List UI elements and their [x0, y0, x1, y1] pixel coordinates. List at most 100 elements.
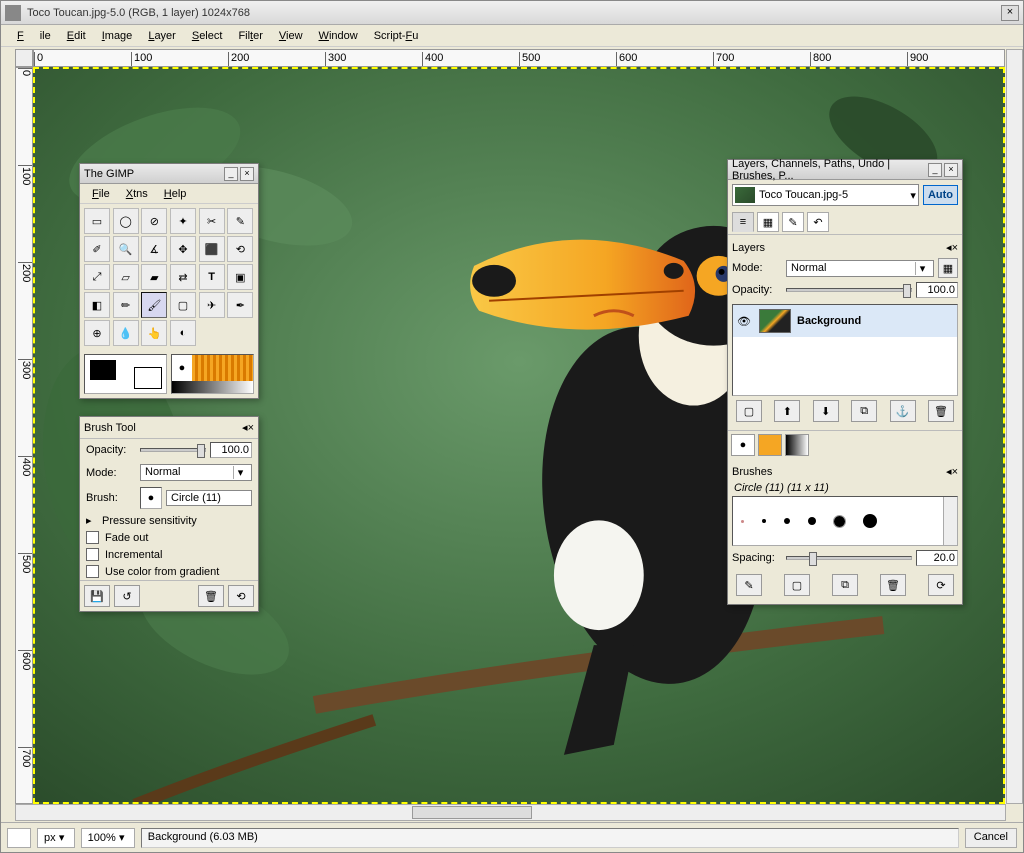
layer-opacity-value[interactable]: [916, 282, 958, 298]
restore-options-button[interactable]: ↺: [114, 585, 140, 607]
tool-scale[interactable]: ⤢: [84, 264, 110, 290]
tab-layers[interactable]: ≡: [732, 212, 754, 232]
cancel-button[interactable]: Cancel: [965, 828, 1017, 848]
raise-layer-button[interactable]: ⬆: [774, 400, 800, 422]
tab-paths[interactable]: ✎: [782, 212, 804, 232]
layer-row[interactable]: 👁 Background: [733, 305, 957, 337]
layer-name[interactable]: Background: [797, 315, 861, 327]
lower-layer-button[interactable]: ⬇: [813, 400, 839, 422]
tool-ellipse-select[interactable]: ◯: [113, 208, 139, 234]
tool-clone[interactable]: ⊕: [84, 320, 110, 346]
tool-perspective[interactable]: ▰: [141, 264, 167, 290]
layer-thumbnail[interactable]: [759, 309, 791, 333]
brush-scrollbar[interactable]: [943, 497, 957, 545]
tab-channels[interactable]: ▦: [757, 212, 779, 232]
menu-select[interactable]: Select: [184, 27, 231, 45]
refresh-brush-button[interactable]: ⟳: [928, 574, 954, 596]
tool-blur[interactable]: 💧: [113, 320, 139, 346]
fadeout-checkbox[interactable]: [86, 531, 99, 544]
tool-rotate[interactable]: ⟲: [227, 236, 253, 262]
image-selector[interactable]: Toco Toucan.jpg-5 ▾: [732, 184, 919, 206]
minimize-icon[interactable]: _: [928, 163, 942, 177]
eye-icon[interactable]: 👁: [737, 315, 753, 328]
brush-item[interactable]: [741, 520, 744, 523]
close-icon[interactable]: ×: [1001, 5, 1019, 21]
incremental-checkbox[interactable]: [86, 548, 99, 561]
tab-undo[interactable]: ↶: [807, 212, 829, 232]
brush-item[interactable]: [863, 514, 877, 528]
ruler-corner[interactable]: [15, 49, 33, 67]
layer-opacity-slider[interactable]: [786, 288, 912, 292]
layers-titlebar[interactable]: Layers, Channels, Paths, Undo | Brushes,…: [728, 160, 962, 180]
toolbox-menu-help[interactable]: Help: [156, 185, 195, 203]
tab-gradients[interactable]: [785, 434, 809, 456]
tool-pencil[interactable]: ✏: [113, 292, 139, 318]
close-icon[interactable]: ×: [240, 167, 254, 181]
lock-alpha-button[interactable]: ▦: [938, 258, 958, 278]
titlebar[interactable]: Toco Toucan.jpg-5.0 (RGB, 1 layer) 1024x…: [1, 1, 1023, 25]
toolbox-menu-file[interactable]: File: [84, 185, 118, 203]
tool-ink[interactable]: ✒: [227, 292, 253, 318]
menu-layer[interactable]: Layer: [140, 27, 184, 45]
tool-bucket[interactable]: ▣: [227, 264, 253, 290]
opacity-slider[interactable]: [140, 448, 206, 452]
menu-image[interactable]: Image: [94, 27, 141, 45]
tab-patterns[interactable]: [758, 434, 782, 456]
tool-measure[interactable]: ∡: [141, 236, 167, 262]
spacing-value[interactable]: [916, 550, 958, 566]
brush-select[interactable]: Circle (11): [166, 490, 252, 506]
save-options-button[interactable]: 💾: [84, 585, 110, 607]
close-icon[interactable]: ×: [952, 466, 958, 478]
brush-preview[interactable]: ●: [140, 487, 162, 509]
tool-paths[interactable]: ✎: [227, 208, 253, 234]
menu-scriptfu[interactable]: Script-Fu: [366, 27, 427, 45]
usecolor-checkbox[interactable]: [86, 565, 99, 578]
opacity-value[interactable]: [210, 442, 252, 458]
tool-options-panel[interactable]: Brush Tool ◂ × Opacity: Mode: Normal▾ Br…: [79, 416, 259, 612]
close-icon[interactable]: ×: [952, 242, 958, 254]
brush-item-selected[interactable]: [834, 516, 845, 527]
brush-item[interactable]: [808, 517, 816, 525]
pressure-label[interactable]: Pressure sensitivity: [102, 515, 197, 527]
minimize-icon[interactable]: _: [224, 167, 238, 181]
toolbox-panel[interactable]: The GIMP _ × File Xtns Help ▭ ◯ ⊘ ✦ ✂ ✎ …: [79, 163, 259, 399]
tool-dodge[interactable]: ◐: [170, 320, 196, 346]
tool-blend[interactable]: ◧: [84, 292, 110, 318]
layers-list[interactable]: 👁 Background: [732, 304, 958, 396]
tool-zoom[interactable]: 🔍: [113, 236, 139, 262]
delete-options-button[interactable]: 🗑: [198, 585, 224, 607]
ruler-horizontal[interactable]: 01002003004005006007008009001000: [33, 49, 1005, 67]
menu-window[interactable]: Window: [311, 27, 366, 45]
tool-flip[interactable]: ⇄: [170, 264, 196, 290]
toolbox-titlebar[interactable]: The GIMP _ ×: [80, 164, 258, 184]
tool-lasso[interactable]: ⊘: [141, 208, 167, 234]
menu-view[interactable]: View: [271, 27, 311, 45]
tool-text[interactable]: T: [199, 264, 225, 290]
delete-brush-button[interactable]: 🗑: [880, 574, 906, 596]
duplicate-layer-button[interactable]: ⧉: [851, 400, 877, 422]
scrollbar-vertical[interactable]: [1006, 49, 1023, 804]
layers-panel[interactable]: Layers, Channels, Paths, Undo | Brushes,…: [727, 159, 963, 605]
tool-shear[interactable]: ▱: [113, 264, 139, 290]
tool-color-picker[interactable]: ✐: [84, 236, 110, 262]
foreground-color[interactable]: [89, 359, 117, 381]
background-color[interactable]: [134, 367, 162, 389]
tool-crop[interactable]: ⬛: [199, 236, 225, 262]
brush-pattern-gradient[interactable]: [171, 354, 254, 394]
menu-file[interactable]: File: [9, 27, 59, 45]
close-icon[interactable]: ×: [944, 163, 958, 177]
mode-select[interactable]: Normal▾: [140, 464, 252, 481]
tool-scissors[interactable]: ✂: [199, 208, 225, 234]
close-icon[interactable]: ×: [248, 422, 254, 434]
tool-move[interactable]: ✥: [170, 236, 196, 262]
brush-item[interactable]: [784, 518, 790, 524]
auto-button[interactable]: Auto: [923, 185, 958, 205]
zoom-selector[interactable]: 100%▾: [81, 828, 135, 848]
new-layer-button[interactable]: ▢: [736, 400, 762, 422]
toolbox-menu-xtns[interactable]: Xtns: [118, 185, 156, 203]
spacing-slider[interactable]: [786, 556, 912, 560]
tab-brushes[interactable]: ●: [731, 434, 755, 456]
anchor-layer-button[interactable]: ⚓: [890, 400, 916, 422]
duplicate-brush-button[interactable]: ⧉: [832, 574, 858, 596]
new-brush-button[interactable]: ▢: [784, 574, 810, 596]
